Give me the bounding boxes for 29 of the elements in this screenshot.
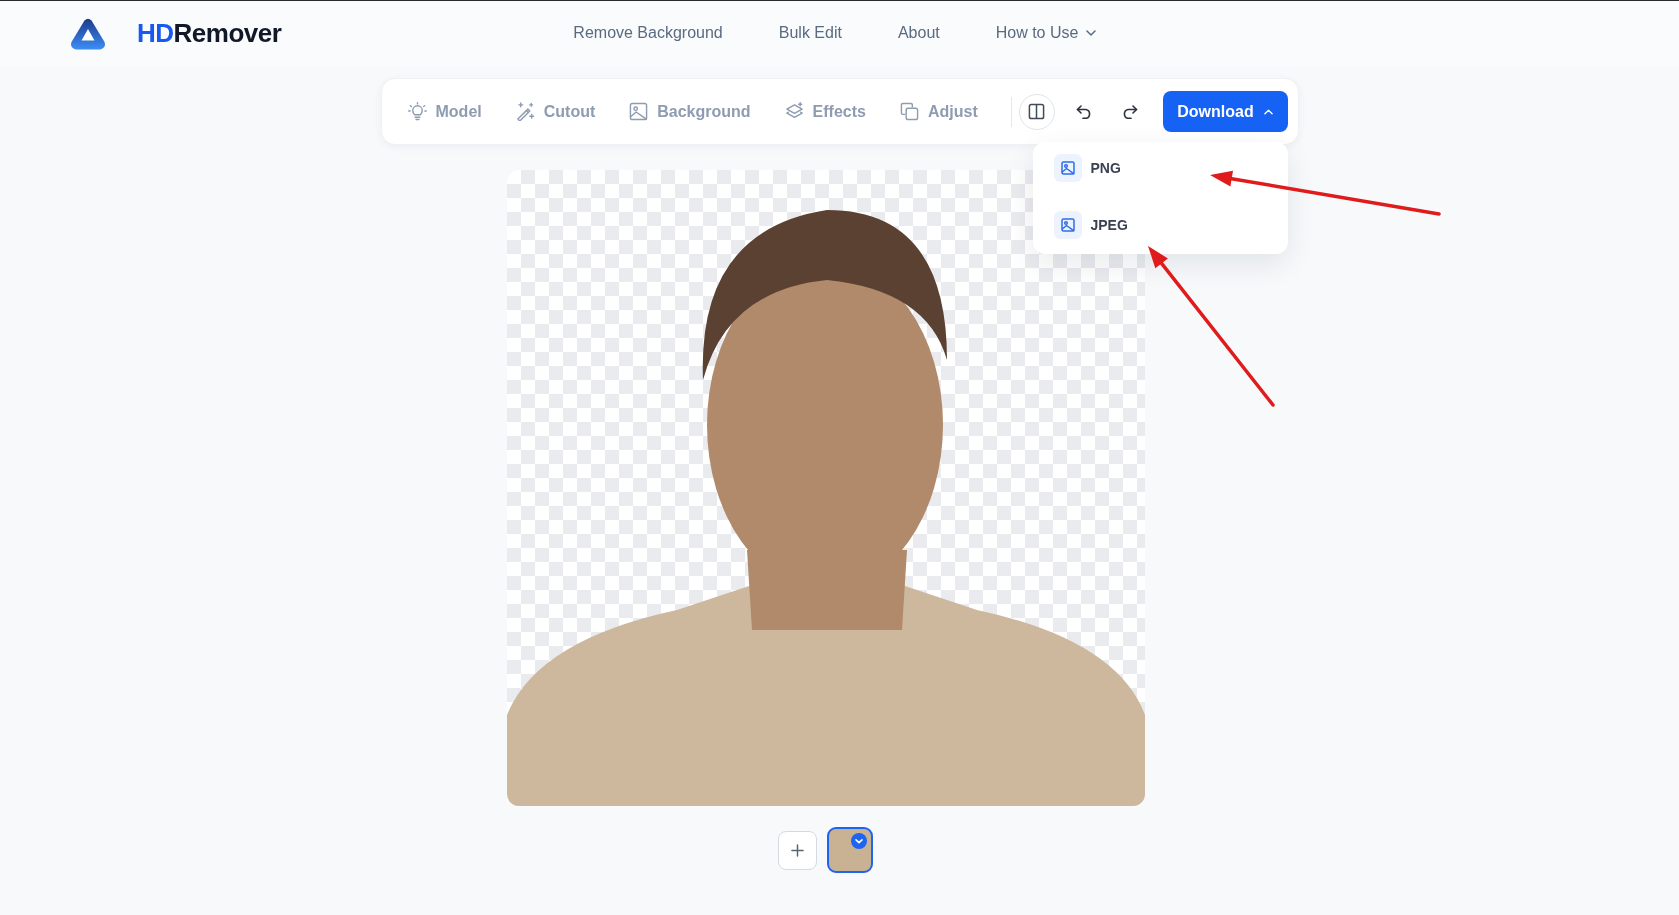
tool-tab[interactable]: Cutout <box>515 102 596 121</box>
nav-menu-link[interactable]: How to Use <box>995 23 1097 44</box>
split-view-icon <box>1028 103 1045 120</box>
image-thumbnail[interactable] <box>827 827 873 873</box>
download-button[interactable]: Download <box>1162 91 1288 132</box>
undo-icon <box>1075 104 1092 119</box>
tool-tab[interactable]: Model <box>407 102 482 121</box>
image-icon <box>1053 211 1082 239</box>
redo-icon <box>1121 104 1138 119</box>
compare-button[interactable] <box>1018 93 1055 130</box>
nav-link[interactable]: About <box>897 23 940 44</box>
plus-icon <box>791 843 804 857</box>
chevron-down-icon <box>1086 30 1097 37</box>
tool-tab[interactable]: Effects <box>784 102 866 121</box>
logo-text[interactable]: HDRemover <box>137 17 282 50</box>
chevron-badge-icon <box>851 833 867 849</box>
caret-icon <box>1263 108 1273 115</box>
download-option[interactable]: JPEG <box>1032 199 1288 251</box>
nav-link[interactable]: Remove Background <box>573 23 723 44</box>
image-icon <box>1053 154 1082 182</box>
lightbulb-icon <box>407 102 427 121</box>
layers-icon <box>784 102 804 121</box>
tool-tab[interactable]: Background <box>629 102 751 121</box>
nav-link[interactable]: Bulk Edit <box>778 23 842 44</box>
logo-icon <box>70 17 106 50</box>
copy-icon <box>899 102 919 121</box>
magic-wand-icon <box>515 102 535 121</box>
image-icon <box>629 102 649 121</box>
tool-tab[interactable]: Adjust <box>899 102 978 121</box>
